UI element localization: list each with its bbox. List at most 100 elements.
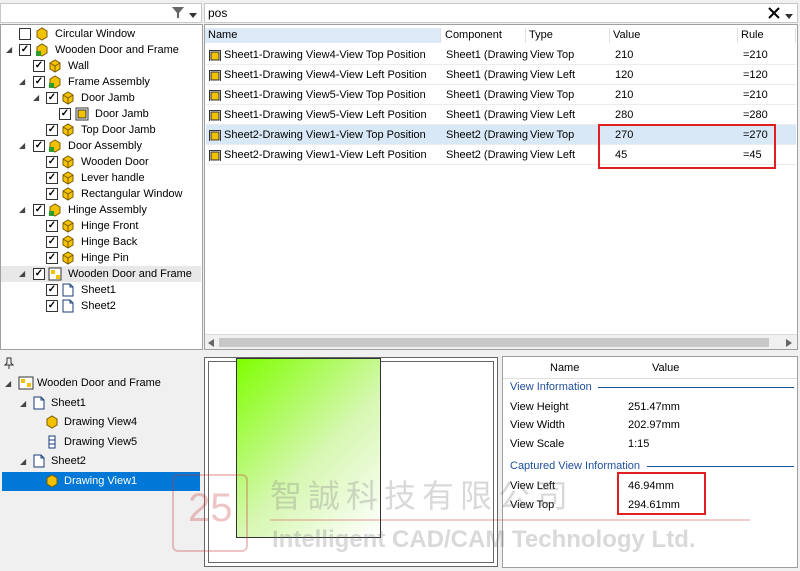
highlight-box-grid [598,124,776,169]
tree-item[interactable]: ◢ Sheet1 [2,394,200,413]
close-icon[interactable] [767,6,781,23]
cell-rule[interactable]: =280 [743,105,795,125]
checkbox[interactable]: ✓ [46,220,58,232]
tree-item[interactable]: ✓ Rectangular Window [1,186,201,202]
cell-name[interactable]: Sheet1-Drawing View5-View Top Position [224,85,442,105]
tree-item[interactable]: ✓ Wooden Door [1,154,201,170]
checkbox[interactable]: ✓ [46,252,58,264]
cell-component[interactable]: Sheet1 (Drawing [446,65,528,85]
cell-name[interactable]: Sheet2-Drawing View1-View Top Position [224,125,442,145]
checkbox[interactable]: ✓ [46,236,58,248]
tree-item[interactable]: Circular Window [1,26,201,42]
checkbox[interactable]: ✓ [46,300,58,312]
tree-item[interactable]: ✓ Door Jamb [1,106,201,122]
column-header-component[interactable]: Component [442,28,526,43]
search-input[interactable] [208,5,748,21]
scroll-left-icon[interactable] [208,338,214,350]
watermark-logo: 25 [172,474,248,552]
cell-type[interactable]: View Left [530,65,610,85]
tree-item[interactable]: Drawing View1 [2,471,200,491]
checkbox[interactable]: ✓ [46,172,58,184]
column-header-rule[interactable]: Rule [738,28,796,43]
cell-component[interactable]: Sheet2 (Drawing [446,145,528,165]
tree-item[interactable]: ◢ ✓ Wooden Door and Frame [1,42,201,58]
tree-item[interactable]: ✓ Lever handle [1,170,201,186]
checkbox[interactable]: ✓ [46,156,58,168]
cell-rule[interactable]: =120 [743,65,795,85]
tree-item[interactable]: ✓ Sheet2 [1,298,201,314]
tree-item[interactable]: Drawing View5 [2,433,200,452]
cell-rule[interactable]: =210 [743,85,795,105]
funnel-icon[interactable] [171,6,185,23]
checkbox[interactable]: ✓ [46,124,58,136]
scroll-thumb[interactable] [219,338,769,347]
tree-item[interactable]: ◢ ✓ Wooden Door and Frame [1,266,201,282]
tree-item[interactable]: ◢ ✓ Door Jamb [1,90,201,106]
table-row[interactable]: Sheet1-Drawing View5-View Left Position S… [206,105,796,125]
drawing-preview[interactable] [204,357,498,567]
cell-value[interactable]: 280 [615,105,735,125]
column-header-name[interactable]: Name [205,28,441,43]
checkbox[interactable] [19,28,31,40]
checkbox[interactable]: ✓ [46,188,58,200]
expand-icon[interactable]: ◢ [20,399,29,409]
tree-item[interactable]: ✓ Hinge Back [1,234,201,250]
cell-component[interactable]: Sheet1 (Drawing [446,85,528,105]
checkbox[interactable]: ✓ [59,108,71,120]
chevron-down-icon[interactable] [189,10,197,22]
chevron-down-icon[interactable] [785,11,793,23]
expand-icon[interactable]: ◢ [19,270,28,279]
cell-rule[interactable]: =210 [743,45,795,65]
tree-item[interactable]: ✓ Sheet1 [1,282,201,298]
table-row[interactable]: Sheet1-Drawing View5-View Top Position Sh… [206,85,796,105]
expand-icon[interactable]: ◢ [20,458,29,467]
expand-icon[interactable]: ◢ [33,94,42,103]
scroll-right-icon[interactable] [786,338,792,350]
tree-item[interactable]: ✓ Hinge Pin [1,250,201,266]
cell-name[interactable]: Sheet2-Drawing View1-View Left Position [224,145,442,165]
column-header-type[interactable]: Type [526,28,610,43]
checkbox[interactable]: ✓ [46,92,58,104]
expand-icon[interactable]: ◢ [19,78,28,87]
cell-component[interactable]: Sheet1 (Drawing [446,105,528,125]
tree-item[interactable]: ✓ Hinge Front [1,218,201,234]
tree-item[interactable]: Drawing View4 [2,413,200,432]
cell-name[interactable]: Sheet1-Drawing View4-View Top Position [224,45,442,65]
expand-icon[interactable]: ◢ [5,380,14,389]
tree-item[interactable]: ✓ Wall [1,58,201,74]
cell-type[interactable]: View Top [530,85,610,105]
checkbox[interactable]: ✓ [33,268,45,280]
cell-type[interactable]: View Left [530,105,610,125]
horizontal-scrollbar[interactable] [205,334,797,349]
cell-name[interactable]: Sheet1-Drawing View5-View Left Position [224,105,442,125]
checkbox[interactable]: ✓ [46,284,58,296]
tree-item[interactable]: ◢ ✓ Frame Assembly [1,74,201,90]
column-header-value[interactable]: Value [610,28,738,43]
expand-icon[interactable]: ◢ [19,206,28,215]
expand-icon[interactable]: ◢ [6,46,15,55]
checkbox[interactable]: ✓ [33,60,45,72]
expand-icon[interactable]: ◢ [19,142,28,151]
cell-value[interactable]: 210 [615,45,735,65]
table-row[interactable]: Sheet1-Drawing View4-View Top Position Sh… [206,45,796,65]
cell-name[interactable]: Sheet1-Drawing View4-View Left Position [224,65,442,85]
checkbox[interactable]: ✓ [33,140,45,152]
cell-component[interactable]: Sheet2 (Drawing [446,125,528,145]
table-row[interactable]: Sheet1-Drawing View4-View Left Position S… [206,65,796,85]
tree-item-label: Hinge Pin [81,252,129,264]
cell-component[interactable]: Sheet1 (Drawing [446,45,528,65]
checkbox[interactable]: ✓ [33,204,45,216]
cell-type[interactable]: View Top [530,45,610,65]
checkbox[interactable]: ✓ [33,76,45,88]
tree-item-label: Circular Window [55,28,136,40]
tree-item[interactable]: ◢ ✓ Hinge Assembly [1,202,201,218]
cell-value[interactable]: 120 [615,65,735,85]
tree-item[interactable]: ◢ Wooden Door and Frame [2,374,200,393]
checkbox[interactable]: ✓ [19,44,31,56]
drawing-view1-preview[interactable] [236,358,381,538]
cell-value[interactable]: 210 [615,85,735,105]
tree-item[interactable]: ◢ ✓ Door Assembly [1,138,201,154]
pin-icon[interactable] [3,357,15,372]
tree-item[interactable]: ✓ Top Door Jamb [1,122,201,138]
tree-item[interactable]: ◢ Sheet2 [2,452,200,471]
